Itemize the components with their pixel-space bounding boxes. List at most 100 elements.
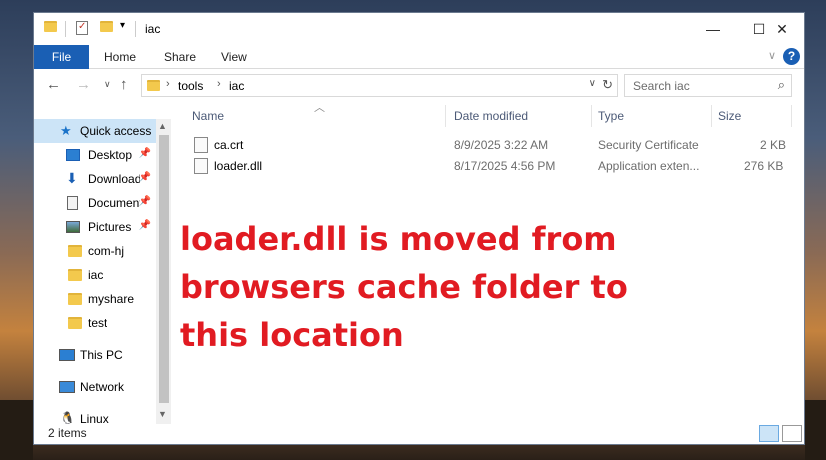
divider xyxy=(135,21,136,37)
file-date: 8/9/2025 3:22 AM xyxy=(454,138,549,152)
column-header-date-modified[interactable]: Date modified xyxy=(454,109,528,123)
scroll-up-icon[interactable]: ▲ xyxy=(158,121,167,131)
sidebar-item-label: Quick access xyxy=(80,124,152,138)
certificate-icon xyxy=(194,137,208,153)
back-arrow-icon[interactable]: ← xyxy=(46,76,61,93)
folder-icon xyxy=(68,245,82,257)
sidebar-item-label: Documents xyxy=(88,196,140,210)
window-title: iac xyxy=(145,22,161,36)
folder-icon xyxy=(68,317,82,329)
customize-toolbar-icon[interactable]: ▾ xyxy=(120,20,125,31)
sidebar-item-myshare[interactable]: myshare xyxy=(34,287,171,311)
sidebar-item-label: Pictures xyxy=(88,220,132,234)
breadcrumb-tools[interactable]: tools xyxy=(178,79,203,93)
search-input[interactable]: Search iac ⌕ xyxy=(624,74,792,97)
annotation-text: loader.dll is moved from browsers cache … xyxy=(180,220,628,354)
up-arrow-icon[interactable]: ↑ xyxy=(120,76,128,93)
sidebar-item-network[interactable]: Network xyxy=(34,375,171,399)
scrollbar-thumb[interactable] xyxy=(159,135,169,403)
file-name: ca.crt xyxy=(214,138,244,152)
pin-icon[interactable]: 📌 xyxy=(139,196,151,207)
table-row[interactable]: ca.crt 8/9/2025 3:22 AM Security Certifi… xyxy=(184,135,794,156)
large-icons-view-button[interactable] xyxy=(782,425,802,442)
forward-arrow-icon[interactable]: → xyxy=(76,76,91,93)
new-folder-icon[interactable] xyxy=(100,21,113,32)
sidebar-item-test[interactable]: test xyxy=(34,311,171,335)
navigation-pane: ★ Quick access Desktop 📌 ⬇ Downloads 📌 D… xyxy=(34,119,171,424)
file-explorer-window: ▾ iac — ☐ ✕ File Home Share View ∨ ? ← →… xyxy=(33,12,805,445)
folder-icon xyxy=(44,21,57,32)
minimize-button[interactable]: — xyxy=(690,13,736,45)
chevron-right-icon[interactable]: › xyxy=(166,78,170,90)
divider xyxy=(591,105,592,127)
divider xyxy=(791,105,792,127)
pin-icon[interactable]: 📌 xyxy=(139,220,151,231)
divider xyxy=(65,21,66,37)
file-date: 8/17/2025 4:56 PM xyxy=(454,159,556,173)
chevron-right-icon[interactable]: › xyxy=(217,78,221,90)
star-icon: ★ xyxy=(60,123,72,138)
divider xyxy=(445,105,446,127)
navigation-bar: ← → ∨ ↑ › tools › iac ∨ ↻ Search iac ⌕ xyxy=(34,70,804,100)
folder-icon xyxy=(147,80,160,91)
tab-home[interactable]: Home xyxy=(104,45,136,69)
sidebar-item-documents[interactable]: Documents 📌 xyxy=(34,191,171,215)
computer-icon xyxy=(59,349,75,361)
title-bar: ▾ iac — ☐ ✕ xyxy=(34,13,804,45)
tab-view[interactable]: View xyxy=(221,45,247,69)
recent-locations-icon[interactable]: ∨ xyxy=(104,79,111,90)
dll-icon xyxy=(194,158,208,174)
pictures-icon xyxy=(66,221,80,233)
download-icon: ⬇ xyxy=(66,170,78,186)
chevron-down-icon[interactable]: ∨ xyxy=(589,78,596,89)
address-bar[interactable]: › tools › iac ∨ ↻ xyxy=(141,74,618,97)
divider xyxy=(711,105,712,127)
refresh-icon[interactable]: ↻ xyxy=(602,77,613,93)
sidebar-item-downloads[interactable]: ⬇ Downloads 📌 xyxy=(34,167,171,191)
pin-icon[interactable]: 📌 xyxy=(139,172,151,183)
sidebar-item-this-pc[interactable]: This PC xyxy=(34,343,171,367)
sidebar-item-label: This PC xyxy=(80,348,123,362)
sidebar-item-label: Downloads xyxy=(88,172,140,186)
network-icon xyxy=(59,381,75,393)
file-type: Security Certificate xyxy=(598,138,699,152)
ribbon: File Home Share View ∨ ? xyxy=(34,45,804,69)
help-icon[interactable]: ? xyxy=(783,48,800,65)
sidebar-item-iac[interactable]: iac xyxy=(34,263,171,287)
pin-icon[interactable]: 📌 xyxy=(139,148,151,159)
column-header-size[interactable]: Size xyxy=(718,109,741,123)
column-header-type[interactable]: Type xyxy=(598,109,624,123)
sidebar-item-label: myshare xyxy=(88,292,135,306)
file-size: 276 KB xyxy=(744,159,784,173)
sidebar-item-label: iac xyxy=(88,268,104,282)
tab-file[interactable]: File xyxy=(34,45,89,69)
file-size: 2 KB xyxy=(760,138,787,152)
details-view-button[interactable] xyxy=(759,425,779,442)
sidebar-item-label: Linux xyxy=(80,412,109,424)
chevron-down-icon[interactable]: ∨ xyxy=(768,49,776,62)
status-item-count: 2 items xyxy=(48,426,87,440)
sidebar-item-label: Network xyxy=(80,380,125,394)
sidebar-item-quick-access[interactable]: ★ Quick access xyxy=(34,119,171,143)
file-type: Application exten... xyxy=(598,159,700,173)
sidebar-item-pictures[interactable]: Pictures 📌 xyxy=(34,215,171,239)
search-icon: ⌕ xyxy=(777,77,785,92)
file-name: loader.dll xyxy=(214,159,263,173)
sidebar-item-label: com-hj xyxy=(88,244,125,258)
scroll-down-icon[interactable]: ▼ xyxy=(158,409,167,419)
search-placeholder: Search iac xyxy=(633,79,690,93)
tab-share[interactable]: Share xyxy=(164,45,196,69)
sidebar-item-label: test xyxy=(88,316,108,330)
background-rock-left xyxy=(0,400,33,460)
sidebar-item-linux[interactable]: 🐧 Linux xyxy=(34,407,171,424)
sidebar-item-label: Desktop xyxy=(88,148,133,162)
breadcrumb-iac[interactable]: iac xyxy=(229,79,244,93)
close-button[interactable]: ✕ xyxy=(759,13,805,45)
sidebar-item-com-hj[interactable]: com-hj xyxy=(34,239,171,263)
desktop-icon xyxy=(66,149,80,161)
table-row[interactable]: loader.dll 8/17/2025 4:56 PM Application… xyxy=(184,156,794,177)
column-header-name[interactable]: Name xyxy=(192,109,224,123)
properties-icon[interactable] xyxy=(76,21,88,35)
sidebar-item-desktop[interactable]: Desktop 📌 xyxy=(34,143,171,167)
background-rock-right xyxy=(805,400,826,460)
